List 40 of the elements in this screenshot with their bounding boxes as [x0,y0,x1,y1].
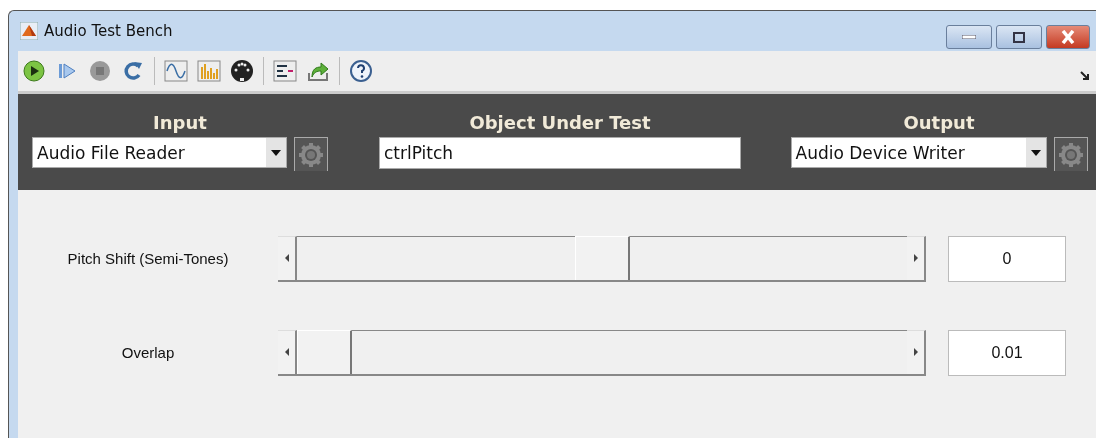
export-icon[interactable] [306,59,330,83]
minimize-icon [962,35,976,39]
section-heading: Input [153,112,207,134]
right-arrow-icon[interactable] [913,254,918,262]
close-button[interactable] [1046,25,1090,49]
waveform-icon[interactable] [164,59,188,83]
gear-icon [298,141,324,168]
settings-button[interactable] [294,137,328,171]
close-icon [1061,30,1075,44]
list-icon[interactable] [273,59,297,83]
parameter-label: Overlap [120,344,176,361]
value-field[interactable]: 0.01 [948,329,1066,376]
section-heading: Object Under Test [469,112,651,134]
gear-icon [1057,141,1084,168]
window-title: Audio Test Bench [44,22,173,40]
object-field[interactable]: ctrlPitch [379,137,741,169]
stop-icon[interactable] [88,59,112,83]
app-logo-icon [20,22,38,40]
left-arrow-icon[interactable] [284,348,289,356]
slider[interactable] [278,329,926,376]
left-arrow-icon[interactable] [284,254,289,262]
minimize-button[interactable] [946,25,992,49]
value-field[interactable]: 0 [948,235,1066,282]
help-icon[interactable] [349,59,373,83]
caret-icon [1030,149,1041,156]
caret-icon [271,149,281,156]
play-icon[interactable] [22,59,46,83]
dropdown[interactable]: Audio File Reader [32,137,287,168]
midi-icon[interactable] [230,59,254,83]
settings-button[interactable] [1053,137,1088,171]
maximize-button[interactable] [996,25,1042,49]
undock-arrow-icon[interactable] [1080,71,1090,81]
slider-thumb[interactable] [575,235,630,280]
section-heading: Output [903,112,975,134]
slider-thumb[interactable] [297,329,352,374]
parameter-label: Pitch Shift (Semi-Tones) [66,250,230,267]
maximize-icon [1013,31,1025,43]
right-arrow-icon[interactable] [913,348,918,356]
slider[interactable] [278,235,926,282]
dropdown[interactable]: Audio Device Writer [790,137,1047,168]
